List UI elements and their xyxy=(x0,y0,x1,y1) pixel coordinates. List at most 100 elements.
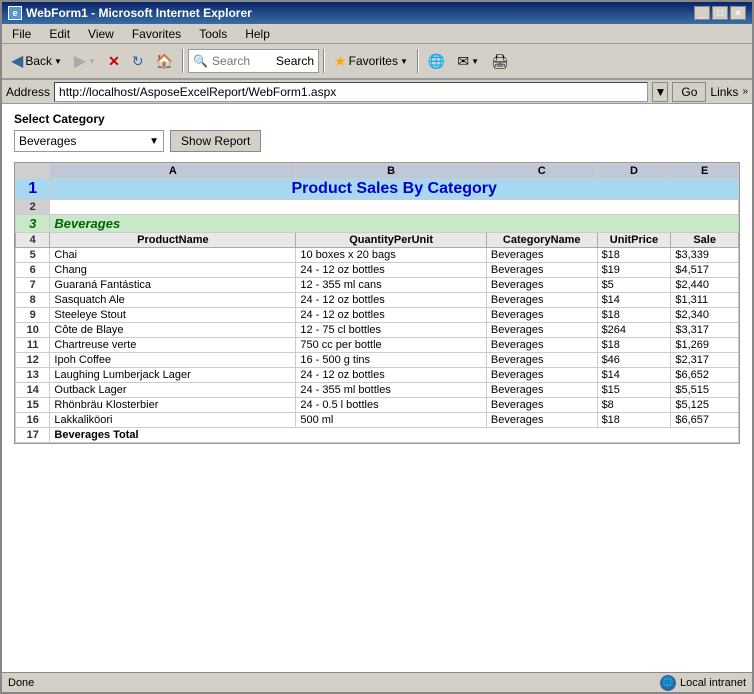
product-name: Outback Lager xyxy=(50,383,296,398)
cat-name: Beverages xyxy=(486,308,597,323)
spreadsheet-title: Product Sales By Category xyxy=(50,179,739,200)
ie-icon: e xyxy=(8,6,22,20)
row-num-10: 10 xyxy=(16,323,50,338)
back-arrow-icon: ◀ xyxy=(11,51,23,71)
go-button[interactable]: Go xyxy=(672,82,706,102)
address-bar: Address http://localhost/AsposeExcelRepo… xyxy=(2,80,752,104)
qty-per-unit: 24 - 355 ml bottles xyxy=(296,383,487,398)
product-name: Sasquatch Ale xyxy=(50,293,296,308)
table-row: 8 Sasquatch Ale 24 - 12 oz bottles Bever… xyxy=(16,293,739,308)
category-row-label: Beverages xyxy=(50,215,739,233)
table-row: 12 Ipoh Coffee 16 - 500 g tins Beverages… xyxy=(16,353,739,368)
sale: $5,515 xyxy=(671,383,739,398)
unit-price: $18 xyxy=(597,308,671,323)
unit-price: $18 xyxy=(597,413,671,428)
data-table: A B C D E 1 Product Sales By Category 2 xyxy=(15,163,739,443)
refresh-button[interactable]: ↻ xyxy=(127,47,149,75)
search-input[interactable] xyxy=(212,54,272,68)
stop-icon: ✕ xyxy=(108,53,120,70)
cat-name: Beverages xyxy=(486,413,597,428)
mail-icon: ✉ xyxy=(457,53,469,70)
table-row: 16 Lakkaliköori 500 ml Beverages $18 $6,… xyxy=(16,413,739,428)
row-num-12: 12 xyxy=(16,353,50,368)
forward-icon: ▶ xyxy=(74,51,86,71)
toolbar-separator-1 xyxy=(182,49,184,73)
row-num-2: 2 xyxy=(16,200,50,215)
cat-name: Beverages xyxy=(486,368,597,383)
close-button[interactable]: ✕ xyxy=(730,6,746,20)
address-dropdown[interactable]: ▼ xyxy=(652,82,668,102)
category-dropdown[interactable]: Beverages ▼ xyxy=(14,130,164,152)
links-label: Links xyxy=(710,85,738,99)
cat-name: Beverages xyxy=(486,323,597,338)
row-num-9: 9 xyxy=(16,308,50,323)
home-button[interactable]: 🏠 xyxy=(151,47,178,75)
show-report-button[interactable]: Show Report xyxy=(170,130,261,152)
media-button[interactable]: 🌐 xyxy=(423,47,450,75)
sale: $5,125 xyxy=(671,398,739,413)
row-num-5: 5 xyxy=(16,248,50,263)
qty-per-unit: 10 boxes x 20 bags xyxy=(296,248,487,263)
menu-edit[interactable]: Edit xyxy=(43,26,76,42)
col-header-a: A xyxy=(50,164,296,179)
qty-per-unit: 500 ml xyxy=(296,413,487,428)
sale: $4,517 xyxy=(671,263,739,278)
spreadsheet: A B C D E 1 Product Sales By Category 2 xyxy=(14,162,740,444)
menu-favorites[interactable]: Favorites xyxy=(126,26,187,42)
address-url[interactable]: http://localhost/AsposeExcelReport/WebFo… xyxy=(54,82,648,102)
table-row: 7 Guaraná Fantástica 12 - 355 ml cans Be… xyxy=(16,278,739,293)
unit-price: $8 xyxy=(597,398,671,413)
unit-price: $46 xyxy=(597,353,671,368)
row-num-11: 11 xyxy=(16,338,50,353)
product-name: Laughing Lumberjack Lager xyxy=(50,368,296,383)
stop-button[interactable]: ✕ xyxy=(103,47,125,75)
qty-per-unit: 750 cc per bottle xyxy=(296,338,487,353)
unit-price: $5 xyxy=(597,278,671,293)
menu-bar: File Edit View Favorites Tools Help xyxy=(2,24,752,44)
menu-view[interactable]: View xyxy=(82,26,120,42)
status-zone: Local intranet xyxy=(680,677,746,689)
back-button[interactable]: ◀ Back ▼ xyxy=(6,47,67,75)
links-arrow-icon: » xyxy=(742,86,748,97)
cat-name: Beverages xyxy=(486,278,597,293)
table-row: 10 Côte de Blaye 12 - 75 cl bottles Beve… xyxy=(16,323,739,338)
forward-button[interactable]: ▶ ▼ xyxy=(69,47,101,75)
sale: $2,440 xyxy=(671,278,739,293)
title-bar-left: e WebForm1 - Microsoft Internet Explorer xyxy=(8,6,252,20)
unit-price: $15 xyxy=(597,383,671,398)
product-name: Lakkaliköori xyxy=(50,413,296,428)
sale: $2,340 xyxy=(671,308,739,323)
maximize-button[interactable]: □ xyxy=(712,6,728,20)
sale: $3,317 xyxy=(671,323,739,338)
row-4: 4 ProductName QuantityPerUnit CategoryNa… xyxy=(16,233,739,248)
menu-help[interactable]: Help xyxy=(239,26,276,42)
minimize-button[interactable]: _ xyxy=(694,6,710,20)
search-label: Search xyxy=(276,54,314,68)
header-category-name: CategoryName xyxy=(486,233,597,248)
unit-price: $19 xyxy=(597,263,671,278)
favorites-label: Favorites xyxy=(349,54,398,68)
search-box[interactable]: 🔍 Search xyxy=(188,49,319,73)
table-row: 14 Outback Lager 24 - 355 ml bottles Bev… xyxy=(16,383,739,398)
unit-price: $18 xyxy=(597,338,671,353)
table-row: 5 Chai 10 boxes x 20 bags Beverages $18 … xyxy=(16,248,739,263)
favorites-dropdown-icon: ▼ xyxy=(400,57,408,66)
menu-file[interactable]: File xyxy=(6,26,37,42)
toolbar: ◀ Back ▼ ▶ ▼ ✕ ↻ 🏠 🔍 Search ★ Favorites … xyxy=(2,44,752,80)
row-num-4: 4 xyxy=(16,233,50,248)
row-num-14: 14 xyxy=(16,383,50,398)
print-button[interactable]: 🖨 xyxy=(486,47,514,75)
page-content: Select Category Beverages ▼ Show Report … xyxy=(2,104,752,672)
row-3: 3 Beverages xyxy=(16,215,739,233)
favorites-button[interactable]: ★ Favorites ▼ xyxy=(329,47,413,75)
table-row: 13 Laughing Lumberjack Lager 24 - 12 oz … xyxy=(16,368,739,383)
row-num-13: 13 xyxy=(16,368,50,383)
col-header-b: B xyxy=(296,164,487,179)
select-category-label: Select Category xyxy=(14,112,740,126)
total-label: Beverages Total xyxy=(50,428,739,443)
mail-button[interactable]: ✉ ▼ xyxy=(452,47,484,75)
qty-per-unit: 16 - 500 g tins xyxy=(296,353,487,368)
menu-tools[interactable]: Tools xyxy=(193,26,233,42)
cat-name: Beverages xyxy=(486,353,597,368)
total-row: 17 Beverages Total xyxy=(16,428,739,443)
